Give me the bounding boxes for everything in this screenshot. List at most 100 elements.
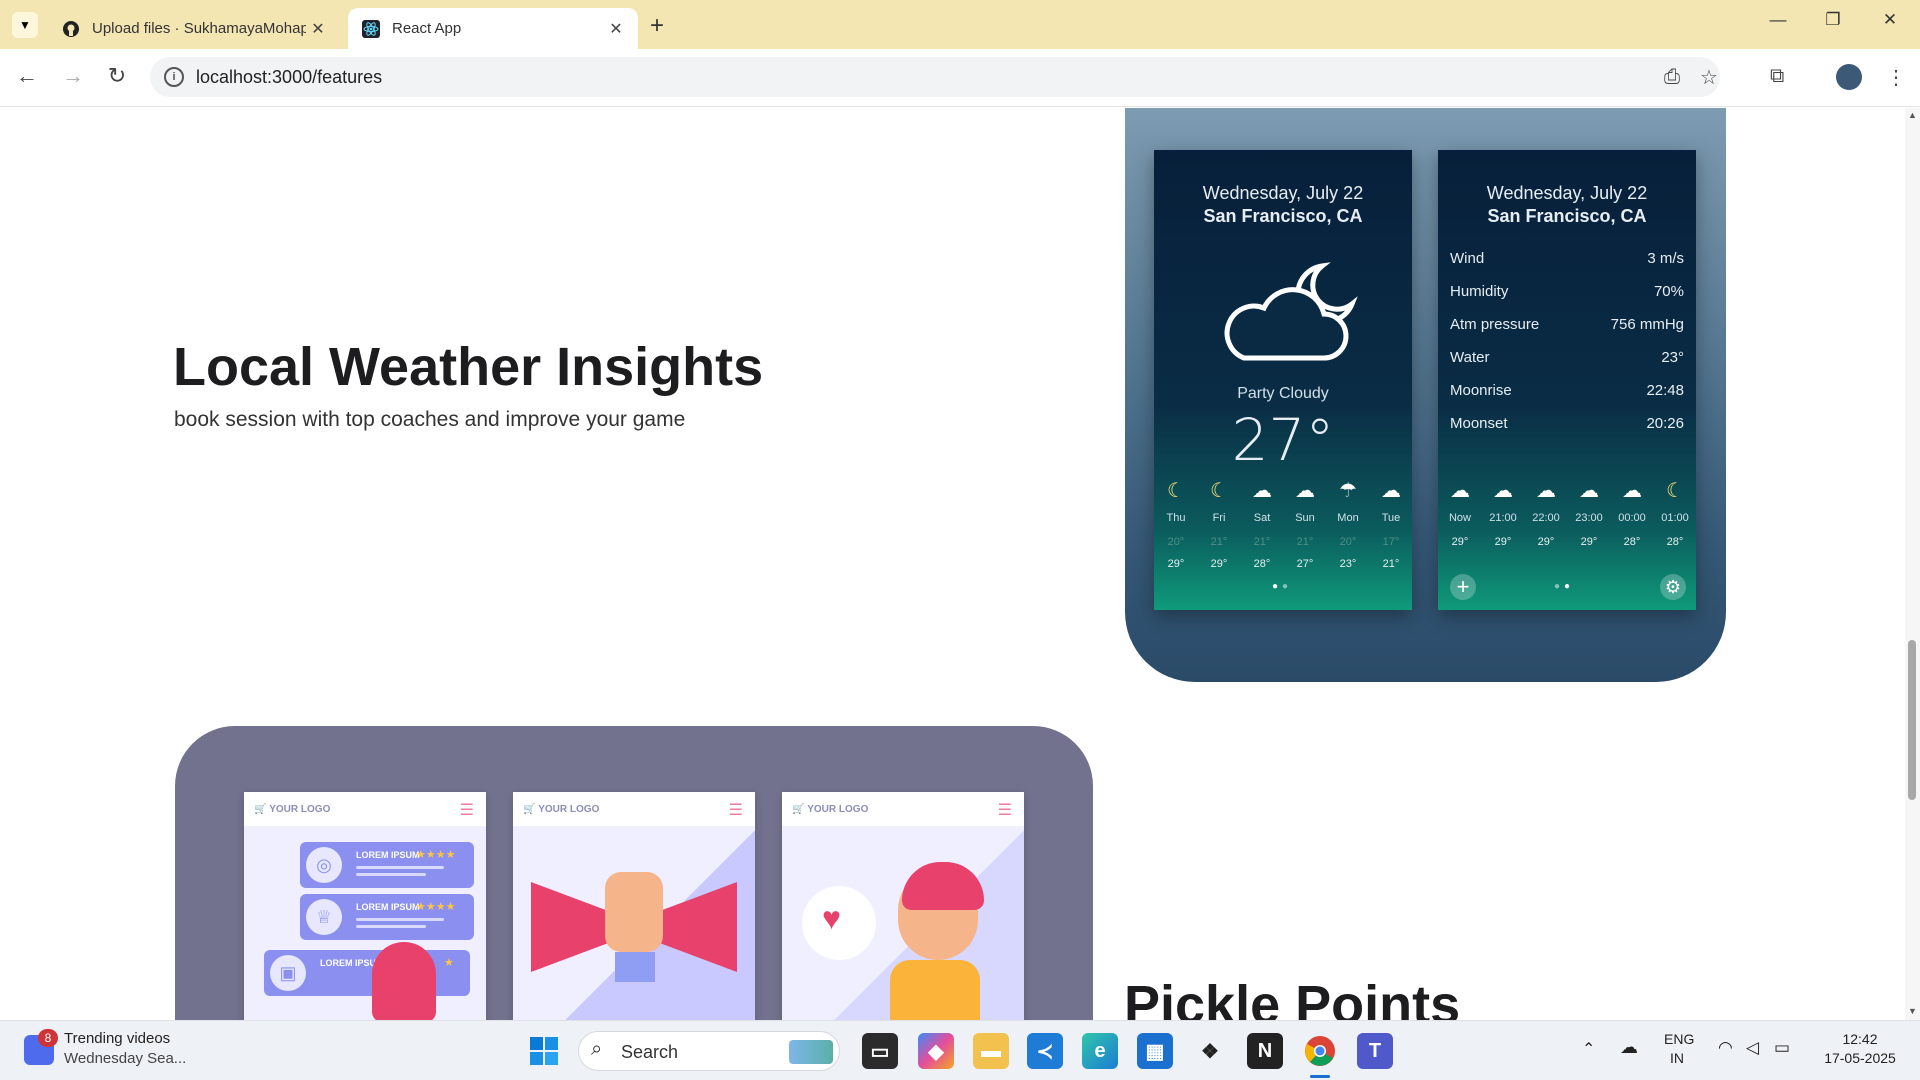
shop-logo: 🛒 YOUR LOGO [782,792,1024,826]
forecast-high: 29° [1210,558,1228,570]
url-text[interactable]: localhost:3000/features [196,67,382,88]
shop-showcase-card: 🛒 YOUR LOGO ☰ ◎ LOREM IPSUM ★★★★ ♕ LOREM… [175,726,1093,1020]
clock-time[interactable]: 12:42 [1830,1031,1890,1047]
edge-icon[interactable]: e [1082,1033,1118,1069]
wifi-icon[interactable]: ◠ [1718,1038,1733,1058]
tab-bar: ▼ Upload files · SukhamayaMohap ✕ React … [0,0,1920,49]
page-dots: ●● [1272,581,1293,592]
hourly-temp: 29° [1451,536,1469,548]
forecast-low: 17° [1382,536,1400,548]
reload-icon[interactable]: ↻ [102,63,132,89]
back-icon[interactable]: ← [12,63,42,89]
site-info-icon[interactable]: i [164,67,184,87]
page-scrollbar[interactable]: ▲ ▼ [1905,108,1920,1020]
detail-value: 3 m/s [1647,250,1684,267]
news-title[interactable]: Trending videos [64,1030,170,1047]
hamburger-menu-icon: ☰ [997,802,1012,819]
forecast-day: ☂ Mon 20° 23° [1328,478,1368,570]
weather-detail-row: Atm pressure 756 mmHg [1450,308,1684,341]
bookmark-star-icon[interactable]: ☆ [1700,65,1718,90]
forecast-day-label: Sun [1295,512,1315,524]
forecast-low: 20° [1167,536,1185,548]
tab-title: Upload files · SukhamayaMohap [92,20,306,37]
close-window-icon[interactable]: ✕ [1870,10,1910,30]
forecast-day-label: Tue [1381,512,1401,524]
extensions-icon[interactable]: ⧉ [1770,65,1784,88]
cloud-icon: ☁ [1295,480,1315,502]
volume-icon[interactable]: ◁ [1746,1038,1759,1058]
settings-gear-icon[interactable]: ⚙ [1660,574,1686,600]
tab-react-app[interactable]: React App ✕ [348,8,638,49]
add-location-button[interactable]: + [1450,574,1476,600]
forecast-day: ☁ Sat 21° 28° [1242,478,1282,570]
cloud-moon-icon: ☁ [1579,480,1599,502]
hamburger-menu-icon: ☰ [459,802,474,819]
box-icon: ▣ [270,955,306,991]
clock-date[interactable]: 17-05-2025 [1816,1050,1904,1066]
hourly-forecast: ☁ 23:00 29° [1569,478,1609,548]
dropbox-icon[interactable]: ❖ [1192,1033,1228,1069]
detail-label: Wind [1450,250,1485,267]
scroll-down-icon[interactable]: ▼ [1908,1006,1917,1016]
detail-label: Atm pressure [1450,316,1540,333]
chevron-down-icon: ▼ [19,18,31,32]
news-subtitle[interactable]: Wednesday Sea... [64,1050,186,1067]
cloud-moon-icon: ☁ [1536,480,1556,502]
chrome-icon[interactable] [1302,1033,1338,1069]
vscode-icon[interactable]: ≺ [1027,1033,1063,1069]
scroll-thumb[interactable] [1908,640,1916,800]
weather-city: San Francisco, CA [1487,206,1647,226]
weather-phone-main: Wednesday, July 22 San Francisco, CA Par… [1154,150,1412,610]
file-explorer-icon[interactable]: ▬ [973,1033,1009,1069]
teams-icon[interactable]: T [1357,1033,1393,1069]
forecast-high: 23° [1339,558,1357,570]
weather-detail-row: Wind 3 m/s [1450,242,1684,275]
weather-detail-row: Water 23° [1450,341,1684,374]
hourly-forecast: ☁ Now 29° [1440,478,1480,548]
weather-section-subtitle: book session with top coaches and improv… [174,408,686,431]
language-top[interactable]: ENG [1664,1031,1694,1047]
hourly-forecast: ☁ 00:00 28° [1612,478,1652,548]
language-bottom[interactable]: IN [1670,1050,1684,1066]
close-tab-icon[interactable]: ✕ [306,19,330,39]
hourly-time: 23:00 [1575,512,1603,524]
windows-start-icon[interactable] [526,1033,562,1069]
address-bar[interactable]: i localhost:3000/features ⎙ ☆ [150,57,1720,97]
hourly-forecast: ☁ 21:00 29° [1483,478,1523,548]
new-tab-button[interactable]: + [650,12,664,40]
taskbar-search[interactable]: ⌕ Search [578,1031,840,1071]
pickle-section-title: Pickle Points [1124,975,1461,1020]
basketball-icon: ◎ [306,847,342,883]
hourly-temp: 28° [1666,536,1684,548]
tab-github[interactable]: Upload files · SukhamayaMohap ✕ [48,8,340,49]
forward-icon[interactable]: → [58,63,88,89]
restore-icon[interactable]: ❐ [1813,10,1853,30]
forecast-low: 21° [1210,536,1228,548]
hourly-time: 01:00 [1661,512,1689,524]
minimize-icon[interactable]: — [1758,10,1798,30]
weather-phone-details: Wednesday, July 22 San Francisco, CA Win… [1438,150,1696,610]
detail-label: Moonset [1450,415,1508,432]
hamburger-menu-icon: ☰ [728,802,743,819]
microsoft-store-icon[interactable]: ▦ [1137,1033,1173,1069]
scroll-up-icon[interactable]: ▲ [1908,110,1917,120]
profile-avatar[interactable] [1836,64,1862,90]
forecast-day-label: Mon [1337,512,1359,524]
close-tab-icon[interactable]: ✕ [604,19,628,39]
list-item: ▣ LOREM IPSUM ★ [264,950,470,996]
person-illustration [372,942,436,1020]
battery-icon[interactable]: ▭ [1774,1038,1790,1058]
chevron-up-icon[interactable]: ⌃ [1582,1039,1595,1059]
hourly-time: 22:00 [1532,512,1560,524]
shop-logo: 🛒 YOUR LOGO [244,792,486,826]
detail-value: 20:26 [1646,415,1684,432]
forecast-low: 21° [1253,536,1271,548]
copilot-icon[interactable]: ◆ [918,1033,954,1069]
tab-search-button[interactable]: ▼ [12,12,38,38]
install-app-icon[interactable]: ⎙ [1664,66,1680,89]
menu-kebab-icon[interactable]: ⋮ [1886,65,1906,90]
notion-icon[interactable]: N [1247,1033,1283,1069]
detail-label: Water [1450,349,1490,366]
task-view-icon[interactable]: ▭ [862,1033,898,1069]
onedrive-icon[interactable]: ☁ [1620,1037,1638,1058]
